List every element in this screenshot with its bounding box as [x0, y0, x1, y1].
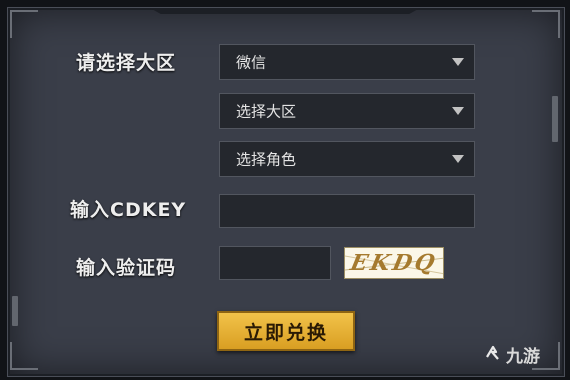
cdkey-label: 输入CDKEY — [70, 199, 187, 221]
role-select-value: 选择角色 — [236, 150, 297, 169]
region-label: 请选择大区 — [76, 52, 177, 74]
redeem-button-label: 立即兑换 — [243, 321, 328, 344]
panel-corner-bl — [10, 342, 38, 370]
redeem-button[interactable]: 立即兑换 — [217, 311, 355, 351]
captcha-input[interactable] — [219, 246, 331, 280]
panel-side-tab-right — [552, 96, 558, 142]
panel-corner-tr — [532, 10, 560, 38]
verify-label: 输入验证码 — [76, 257, 177, 279]
region-select-2-value: 选择大区 — [236, 102, 297, 121]
region-select-1-value: 微信 — [236, 53, 267, 72]
panel-top-notch — [150, 8, 420, 14]
captcha-image[interactable]: EKDQ — [344, 247, 444, 279]
role-select[interactable]: 选择角色 — [219, 141, 475, 177]
chevron-down-icon[interactable] — [442, 94, 474, 128]
chevron-down-icon[interactable] — [442, 45, 474, 79]
captcha-text: EKDQ — [348, 250, 440, 276]
panel-side-tab-left — [12, 296, 18, 326]
panel-corner-tl — [10, 10, 38, 38]
watermark-text: 九游 — [506, 347, 540, 367]
chevron-down-icon[interactable] — [442, 142, 474, 176]
jiuyou-logo-icon — [484, 344, 502, 367]
watermark: 九游 — [484, 342, 540, 367]
region-select-1[interactable]: 微信 — [219, 44, 475, 80]
cdkey-input[interactable] — [219, 194, 475, 228]
region-select-2[interactable]: 选择大区 — [219, 93, 475, 129]
